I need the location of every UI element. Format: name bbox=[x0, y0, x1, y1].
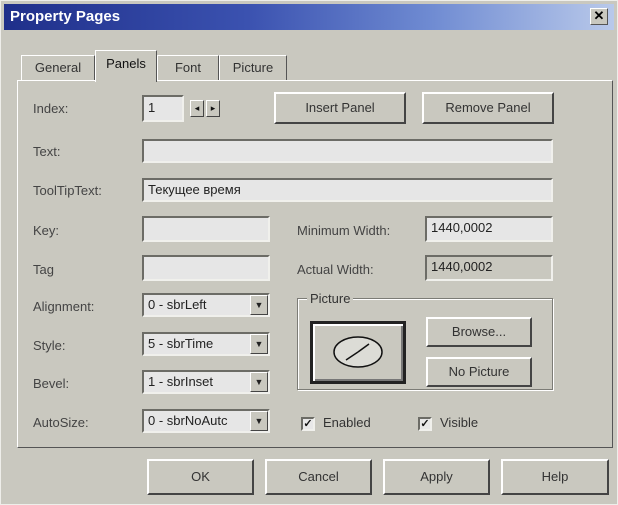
picture-preview[interactable] bbox=[310, 321, 406, 384]
autosize-dropdown-arrow-icon[interactable]: ▼ bbox=[250, 411, 268, 431]
visible-checkbox[interactable]: ✓ bbox=[418, 417, 432, 431]
tab-general[interactable]: General bbox=[21, 55, 95, 81]
help-button[interactable]: Help bbox=[501, 459, 609, 495]
min-width-label: Minimum Width: bbox=[297, 223, 391, 238]
bevel-dropdown-arrow-icon[interactable]: ▼ bbox=[250, 372, 268, 392]
enabled-checkbox[interactable]: ✓ bbox=[301, 417, 315, 431]
bevel-value: 1 - sbrInset bbox=[148, 374, 214, 389]
clock-icon bbox=[333, 336, 383, 368]
min-width-field[interactable]: 1440,0002 bbox=[425, 216, 553, 242]
autosize-value: 0 - sbrNoAutc bbox=[148, 413, 228, 428]
index-prev-button[interactable]: ◂ bbox=[190, 100, 204, 117]
cancel-button[interactable]: Cancel bbox=[265, 459, 372, 495]
enabled-label: Enabled bbox=[323, 415, 371, 430]
tooltip-text-field[interactable]: Текущее время bbox=[142, 178, 553, 202]
actual-width-label: Actual Width: bbox=[297, 262, 374, 277]
bevel-label: Bevel: bbox=[33, 376, 70, 391]
apply-button[interactable]: Apply bbox=[383, 459, 490, 495]
tooltip-text-label: ToolTipText: bbox=[33, 183, 102, 198]
tab-font[interactable]: Font bbox=[157, 55, 219, 81]
bevel-combo[interactable]: 1 - sbrInset ▼ bbox=[142, 370, 270, 394]
picture-group-label: Picture bbox=[307, 291, 354, 306]
title-bar[interactable]: Property Pages ✕ bbox=[4, 4, 614, 30]
index-label: Index: bbox=[33, 101, 69, 116]
key-field[interactable] bbox=[142, 216, 270, 242]
alignment-combo[interactable]: 0 - sbrLeft ▼ bbox=[142, 293, 270, 317]
text-field[interactable] bbox=[142, 139, 553, 163]
key-label: Key: bbox=[33, 223, 60, 238]
tab-picture[interactable]: Picture bbox=[219, 55, 287, 81]
property-pages-dialog: Property Pages ✕ General Panels Font Pic… bbox=[0, 0, 618, 505]
insert-panel-button[interactable]: Insert Panel bbox=[274, 92, 406, 124]
actual-width-field: 1440,0002 bbox=[425, 255, 553, 281]
style-label: Style: bbox=[33, 338, 66, 353]
no-picture-button[interactable]: No Picture bbox=[426, 357, 532, 387]
index-field[interactable]: 1 bbox=[142, 95, 184, 122]
index-next-button[interactable]: ▸ bbox=[206, 100, 220, 117]
remove-panel-button[interactable]: Remove Panel bbox=[422, 92, 554, 124]
alignment-value: 0 - sbrLeft bbox=[148, 297, 207, 312]
style-dropdown-arrow-icon[interactable]: ▼ bbox=[250, 334, 268, 354]
tab-panels[interactable]: Panels bbox=[95, 50, 157, 82]
tag-field[interactable] bbox=[142, 255, 270, 281]
tag-label: Tag bbox=[33, 262, 54, 277]
close-button[interactable]: ✕ bbox=[590, 8, 608, 25]
alignment-dropdown-arrow-icon[interactable]: ▼ bbox=[250, 295, 268, 315]
style-combo[interactable]: 5 - sbrTime ▼ bbox=[142, 332, 270, 356]
ok-button[interactable]: OK bbox=[147, 459, 254, 495]
style-value: 5 - sbrTime bbox=[148, 336, 214, 351]
alignment-label: Alignment: bbox=[33, 299, 95, 314]
browse-button[interactable]: Browse... bbox=[426, 317, 532, 347]
autosize-label: AutoSize: bbox=[33, 415, 89, 430]
window-title: Property Pages bbox=[10, 8, 121, 25]
visible-label: Visible bbox=[440, 415, 479, 430]
text-label: Text: bbox=[33, 144, 61, 159]
autosize-combo[interactable]: 0 - sbrNoAutc ▼ bbox=[142, 409, 270, 433]
